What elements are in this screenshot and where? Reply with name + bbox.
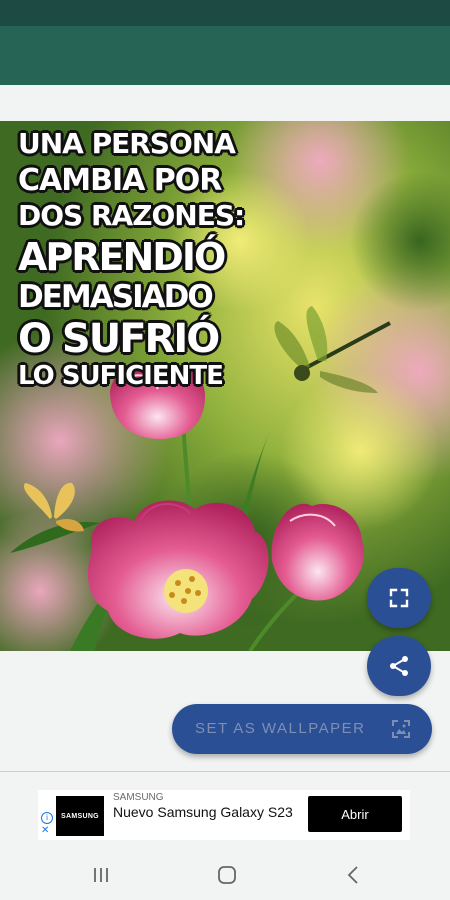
- quote-line: CAMBIA POR: [18, 163, 222, 198]
- set-wallpaper-button[interactable]: SET AS WALLPAPER: [172, 704, 432, 754]
- quote-line: DOS RAZONES:: [18, 199, 245, 232]
- status-bar: [0, 0, 450, 26]
- quote-line: DEMASIADO: [18, 279, 214, 315]
- set-wallpaper-label: SET AS WALLPAPER: [195, 720, 366, 737]
- close-icon[interactable]: ✕: [41, 826, 49, 836]
- quote-text: UNA PERSONA CAMBIA POR DOS RAZONES: APRE…: [18, 127, 268, 391]
- ad-logo: SAMSUNG: [56, 796, 104, 836]
- back-button[interactable]: [338, 863, 368, 887]
- ad-title: Nuevo Samsung Galaxy S23: [113, 804, 293, 820]
- info-icon[interactable]: i: [41, 812, 53, 824]
- back-icon: [347, 866, 358, 884]
- recents-button[interactable]: [86, 863, 116, 887]
- home-icon: [218, 866, 236, 884]
- fullscreen-icon: [389, 588, 409, 608]
- navigation-bar: [0, 850, 450, 900]
- ad-open-button[interactable]: Abrir: [308, 796, 402, 832]
- share-button[interactable]: [367, 636, 431, 696]
- quote-line: APRENDIÓ: [18, 235, 226, 279]
- quote-line: O SUFRIÓ: [18, 316, 220, 362]
- app-bar: [0, 26, 450, 85]
- fullscreen-button[interactable]: [367, 568, 431, 628]
- share-icon: [390, 656, 408, 676]
- home-button[interactable]: [212, 863, 242, 887]
- ad-sponsor: SAMSUNG: [113, 792, 164, 803]
- wallpaper-icon: [392, 720, 410, 738]
- recents-icon: [94, 868, 108, 882]
- quote-line: LO SUFICIENTE: [18, 361, 224, 391]
- ad-banner[interactable]: i ✕ SAMSUNG SAMSUNG Nuevo Samsung Galaxy…: [38, 790, 410, 840]
- quote-line: UNA PERSONA: [18, 127, 236, 160]
